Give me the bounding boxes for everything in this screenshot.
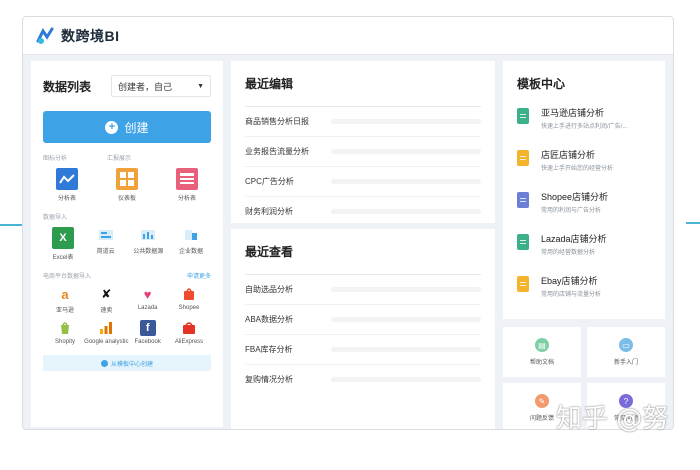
template-item-shopee[interactable]: Shopee店铺分析 常用的利润与广告分析 [517, 190, 651, 232]
decorative-line-left [0, 224, 24, 226]
document-icon [517, 108, 529, 124]
recent-edits-title: 最近编辑 [245, 77, 294, 91]
placeholder-bar [331, 377, 481, 382]
create-button[interactable]: + 创建 [43, 111, 211, 143]
import-public-data-item[interactable]: 公共数据源 [128, 227, 168, 261]
document-icon [517, 234, 529, 250]
template-item-ebay[interactable]: Ebay店铺分析 常用的店铺与流量分析 [517, 274, 651, 316]
platform-sumai-item[interactable]: ✘ 速卖 [86, 286, 126, 314]
placeholder-bar [331, 119, 481, 124]
line-chart-icon [56, 168, 78, 190]
recent-edit-item[interactable]: 财务利润分析 [245, 196, 481, 226]
recent-edits-panel: 最近编辑 商品销售分析日报 业务报告流量分析 CPC广告分析 财务利润分析 [231, 61, 495, 223]
creator-filter-value: 创建者，自己 [118, 81, 173, 92]
section-import-label: 数据导入 [43, 215, 68, 221]
recent-edit-item[interactable]: CPC广告分析 [245, 166, 481, 196]
platform-shopee-item[interactable]: Shopee [169, 286, 209, 314]
help-docs-icon: ▤ [535, 338, 549, 352]
recent-views-panel: 最近查看 自助选品分析 ABA数据分析 FBA库存分析 复购情况分析 [231, 229, 495, 429]
jiandaoyun-icon [98, 227, 114, 243]
recent-view-item[interactable]: 复购情况分析 [245, 364, 481, 394]
document-icon [517, 192, 529, 208]
apply-more-link[interactable]: 申请更多 [187, 271, 211, 280]
data-list-title: 数据列表 [43, 79, 92, 94]
analysis-table-item[interactable]: 分析表 [47, 168, 87, 202]
document-icon [517, 276, 529, 292]
recent-view-item[interactable]: ABA数据分析 [245, 304, 481, 334]
platform-lazada-item[interactable]: ♥ Lazada [128, 286, 168, 314]
import-jiandaoyun-item[interactable]: 简道云 [86, 227, 126, 261]
template-center-panel: 模板中心 亚马逊店铺分析 快速上手进行多站点利润/广告/... 店匠店铺分析 快… [503, 61, 665, 319]
document-icon [517, 150, 529, 166]
platform-aliexpress-item[interactable]: AliExpress [169, 320, 209, 345]
dashboard-icon [116, 168, 138, 190]
monitor-icon: ▭ [619, 338, 633, 352]
facebook-icon: f [139, 320, 156, 336]
logo-icon [36, 27, 54, 44]
public-data-icon [140, 227, 156, 243]
recent-view-item[interactable]: FBA库存分析 [245, 334, 481, 364]
enterprise-data-icon [183, 227, 199, 243]
dashboard-item[interactable]: 仪表板 [107, 168, 147, 202]
placeholder-bar [331, 149, 481, 154]
analysis-table-item-2[interactable]: 分析表 [167, 168, 207, 202]
import-enterprise-data-item[interactable]: 企业数据 [171, 227, 211, 261]
section-dashboard-label: 汇报展示 [107, 156, 132, 162]
template-center-title: 模板中心 [517, 77, 566, 91]
decorative-line-right [686, 222, 700, 224]
create-from-template-link[interactable]: 从模板中心创建 [43, 355, 211, 371]
platform-amazon-item[interactable]: a 亚马逊 [45, 286, 85, 315]
placeholder-bar [331, 317, 481, 322]
getting-started-button[interactable]: ▭ 新手入门 [587, 327, 665, 377]
caret-down-icon: ▼ [197, 82, 204, 90]
create-button-label: 创建 [124, 120, 149, 135]
aliexpress-icon [181, 320, 197, 336]
template-center-icon [100, 359, 108, 367]
feedback-icon: ✎ [535, 394, 549, 408]
lazada-icon: ♥ [143, 286, 152, 302]
aliexpress-mark-icon: ✘ [101, 287, 112, 301]
platform-google-analytics-item[interactable]: Google analystic [84, 320, 129, 345]
platform-shopify-item[interactable]: Shopity [45, 320, 85, 345]
creator-filter-select[interactable]: 创建者，自己 ▼ [111, 75, 211, 97]
template-item-dianjiang[interactable]: 店匠店铺分析 快速上手开始您的经营分析 [517, 148, 651, 190]
data-list-panel: 数据列表 创建者，自己 ▼ + 创建 图标分析 汇报展示 分析表 仪表板 分析表… [31, 61, 223, 427]
placeholder-bar [331, 347, 481, 352]
app-window: 数跨境BI 数据列表 创建者，自己 ▼ + 创建 图标分析 汇报展示 分析表 仪… [22, 16, 674, 430]
help-docs-button[interactable]: ▤ 帮助文档 [503, 327, 581, 377]
table-icon [176, 168, 198, 190]
recent-edit-item[interactable]: 业务报告流量分析 [245, 136, 481, 166]
recent-edit-item[interactable]: 商品销售分析日报 [245, 106, 481, 136]
placeholder-bar [331, 179, 481, 184]
google-analytics-icon [98, 320, 114, 336]
recent-views-title: 最近查看 [245, 245, 294, 259]
plus-icon: + [105, 120, 119, 134]
placeholder-bar [331, 209, 481, 214]
platform-facebook-item[interactable]: f Facebook [128, 320, 168, 345]
shopify-icon [57, 320, 73, 336]
template-item-lazada[interactable]: Lazada店铺分析 常用的经营数据分析 [517, 232, 651, 274]
section-platforms-label: 电商平台数据导入 [43, 274, 92, 280]
recent-view-item[interactable]: 自助选品分析 [245, 274, 481, 304]
amazon-icon: a [61, 286, 69, 302]
top-bar: 数跨境BI [23, 17, 673, 55]
excel-icon: X [52, 227, 74, 249]
import-excel-item[interactable]: X Excel表 [43, 227, 83, 261]
shopee-icon [181, 286, 197, 302]
section-analysis-label: 图标分析 [43, 156, 68, 162]
template-item-amazon[interactable]: 亚马逊店铺分析 快速上手进行多站点利润/广告/... [517, 106, 651, 148]
placeholder-bar [331, 287, 481, 292]
watermark-text: 知乎 @努 [556, 404, 669, 434]
app-title: 数跨境BI [61, 27, 120, 44]
